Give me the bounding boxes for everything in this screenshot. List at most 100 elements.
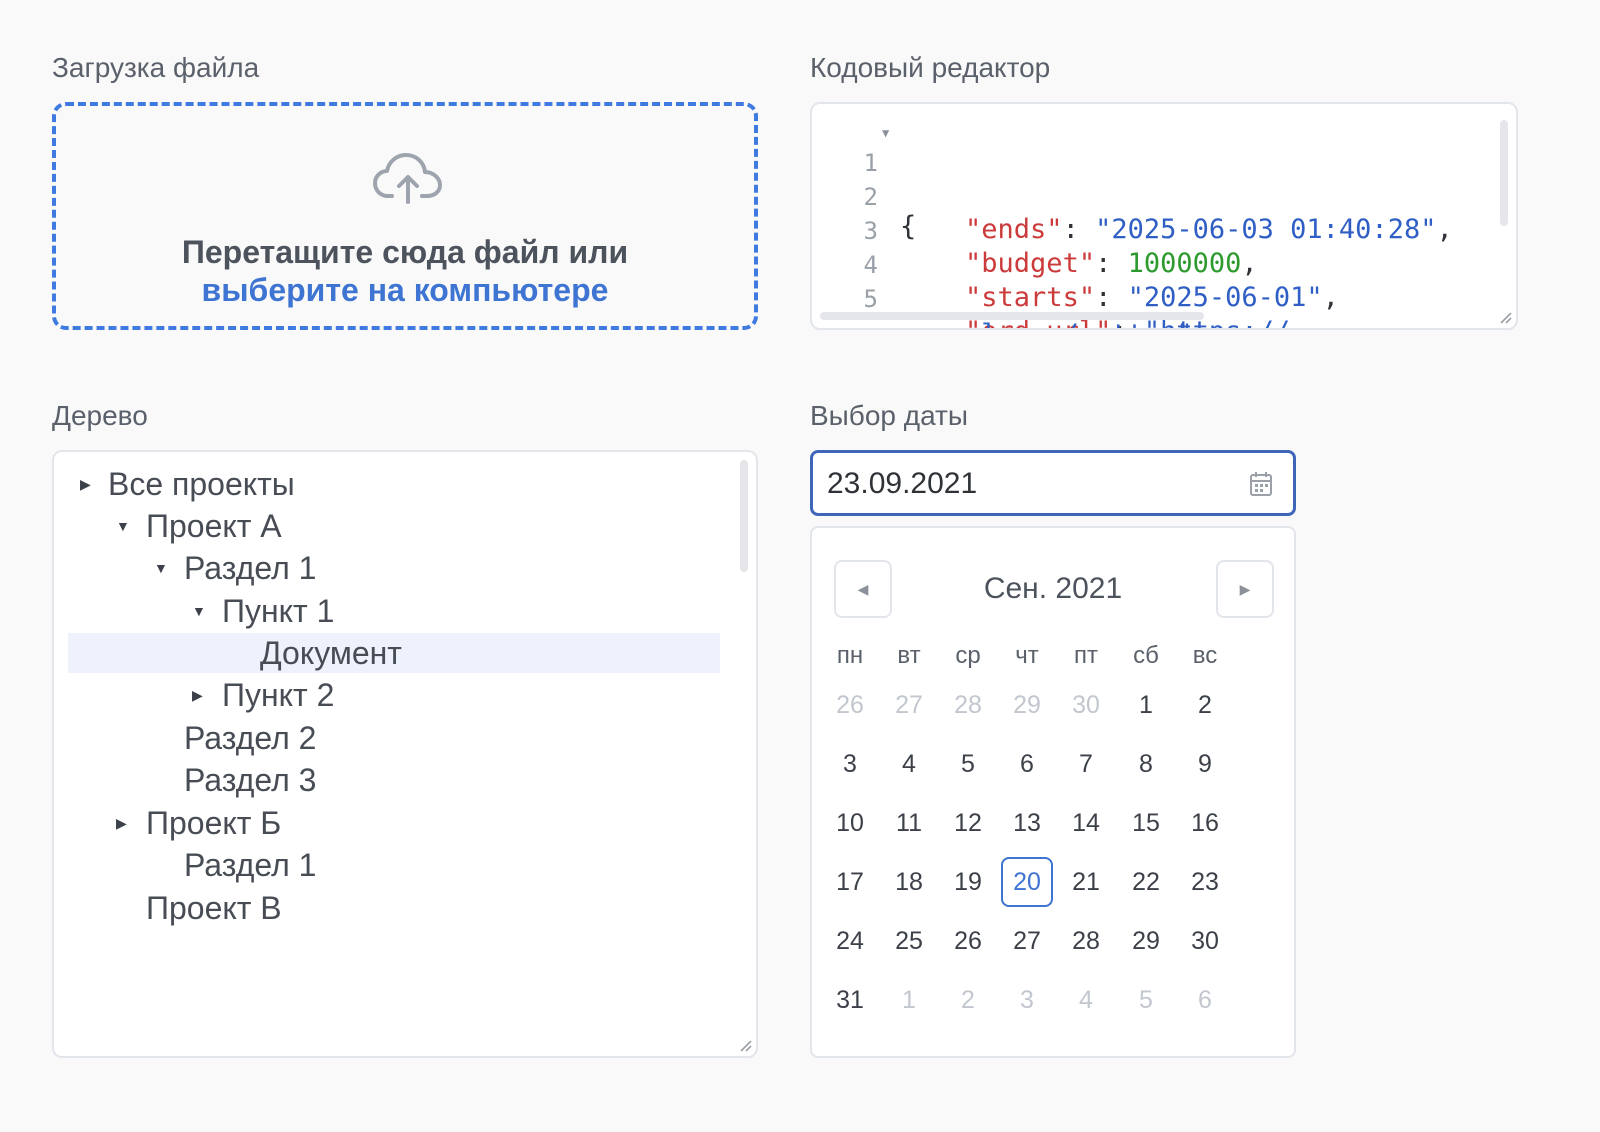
calendar-day-outside[interactable]: 26 bbox=[824, 680, 876, 730]
dropzone-text: Перетащите сюда файл или bbox=[181, 234, 629, 270]
tree-item-label: Пункт 2 bbox=[222, 677, 335, 713]
file-dropzone[interactable]: Перетащите сюда файл или выберите на ком… bbox=[52, 102, 758, 330]
weekday-label: пн bbox=[836, 642, 864, 669]
code-editor[interactable]: 1 ▼ { 2 "ends": "2025-06-03 01:40:28", 3… bbox=[810, 102, 1518, 330]
tree-item[interactable]: Раздел 1 bbox=[68, 845, 720, 885]
tree-item[interactable]: Раздел 2 bbox=[68, 718, 720, 758]
calendar-day[interactable]: 19 bbox=[942, 857, 994, 907]
tree-item[interactable]: ▶ Все проекты bbox=[68, 464, 720, 504]
code-line-5: 5 "ord_url": "https:// bbox=[812, 254, 1291, 328]
caret-right-icon[interactable]: ▶ bbox=[80, 464, 100, 504]
weekday-label: вс bbox=[1192, 642, 1218, 669]
tree-item-label: Проект Б bbox=[146, 805, 282, 841]
calendar-day[interactable]: 23 bbox=[1179, 857, 1231, 907]
editor-horizontal-scrollbar[interactable] bbox=[820, 312, 1204, 320]
calendar-day[interactable]: 24 bbox=[824, 916, 876, 966]
tree-item-label: Документ bbox=[260, 635, 402, 671]
code-text: example.ru/matter", bbox=[900, 319, 1209, 328]
code-text: "ends": "2025-06-03 01:40:28", bbox=[965, 214, 1453, 245]
date-value: 23.09.2021 bbox=[827, 467, 978, 500]
caret-right-icon[interactable]: ▶ bbox=[116, 803, 136, 843]
editor-label: Кодовый редактор bbox=[810, 52, 1051, 83]
tree-item-label: Все проекты bbox=[108, 466, 295, 502]
calendar-day-outside[interactable]: 3 bbox=[1001, 975, 1053, 1025]
fold-toggle-icon[interactable]: ▼ bbox=[882, 126, 889, 140]
calendar-day[interactable]: 6 bbox=[1001, 739, 1053, 789]
calendar-day[interactable]: 3 bbox=[824, 739, 876, 789]
tree-view[interactable]: ▶ Все проекты ▼ Проект А ▼ Раздел 1 ▼ Пу… bbox=[52, 450, 758, 1058]
calendar-day-outside[interactable]: 5 bbox=[1120, 975, 1172, 1025]
calendar-day[interactable]: 22 bbox=[1120, 857, 1172, 907]
calendar-day[interactable]: 12 bbox=[942, 798, 994, 848]
calendar-day[interactable]: 9 bbox=[1179, 739, 1231, 789]
calendar-day[interactable]: 11 bbox=[883, 798, 935, 848]
tree-item[interactable]: ▼ Проект А bbox=[68, 506, 720, 546]
caret-down-icon[interactable]: ▼ bbox=[192, 591, 212, 631]
calendar-day[interactable]: 27 bbox=[1001, 916, 1053, 966]
calendar-day[interactable]: 31 bbox=[824, 975, 876, 1025]
cloud-upload-icon bbox=[373, 153, 442, 204]
calendar-day-outside[interactable]: 2 bbox=[942, 975, 994, 1025]
upload-label: Загрузка файла bbox=[52, 52, 260, 83]
tree-item[interactable]: Раздел 3 bbox=[68, 760, 720, 800]
tree-item[interactable]: Проект В bbox=[68, 888, 720, 928]
tree-item[interactable]: ▼ Раздел 1 bbox=[68, 548, 720, 588]
calendar-day[interactable]: 28 bbox=[1060, 916, 1112, 966]
tree-item[interactable]: ▶ Пункт 2 bbox=[68, 675, 720, 715]
code-text: "budget": 1000000, bbox=[965, 248, 1258, 279]
code-url-link-cont[interactable]: example.ru/matter bbox=[900, 319, 1176, 328]
tree-item[interactable]: ▼ Пункт 1 bbox=[68, 591, 720, 631]
calendar-day[interactable]: 10 bbox=[824, 798, 876, 848]
calendar-day[interactable]: 5 bbox=[942, 739, 994, 789]
code-line-3: 3 "budget": 1000000, bbox=[812, 186, 1258, 279]
calendar-day[interactable]: 15 bbox=[1120, 798, 1172, 848]
calendar-day[interactable]: 21 bbox=[1060, 857, 1112, 907]
calendar-day[interactable]: 14 bbox=[1060, 798, 1112, 848]
code-line-2: 2 "ends": "2025-06-03 01:40:28", bbox=[812, 152, 1453, 245]
tree-item-label: Проект А bbox=[146, 508, 282, 544]
tree-item[interactable]: ▶ Проект Б bbox=[68, 803, 720, 843]
calendar-day[interactable]: 17 bbox=[824, 857, 876, 907]
caret-down-icon[interactable]: ▼ bbox=[154, 548, 174, 588]
caret-right-icon[interactable]: ▶ bbox=[192, 675, 212, 715]
calendar-day[interactable]: 4 bbox=[883, 739, 935, 789]
tree-item-label: Проект В bbox=[146, 890, 282, 926]
calendar-day[interactable]: 1 bbox=[1120, 680, 1172, 730]
next-month-button[interactable]: ▶ bbox=[1216, 560, 1274, 618]
tree-vertical-scrollbar[interactable] bbox=[740, 460, 748, 572]
caret-right-icon: ▶ bbox=[1239, 581, 1251, 597]
date-input[interactable]: 23.09.2021 bbox=[810, 450, 1296, 516]
calendar-day-today[interactable]: 20 bbox=[1001, 857, 1053, 907]
calendar-popup: ◀ Сен. 2021 ▶ пн вт ср чт пт сб вс 26 27 28 29 30 1… bbox=[810, 526, 1296, 1058]
calendar-day-outside[interactable]: 6 bbox=[1179, 975, 1231, 1025]
resize-handle-icon[interactable] bbox=[1498, 310, 1512, 324]
calendar-day[interactable]: 2 bbox=[1179, 680, 1231, 730]
caret-down-icon[interactable]: ▼ bbox=[116, 506, 136, 546]
weekday-label: чт bbox=[1015, 642, 1039, 669]
calendar-day[interactable]: 29 bbox=[1120, 916, 1172, 966]
calendar-day-outside[interactable]: 4 bbox=[1060, 975, 1112, 1025]
calendar-day[interactable]: 8 bbox=[1120, 739, 1172, 789]
calendar-day[interactable]: 7 bbox=[1060, 739, 1112, 789]
calendar-day-outside[interactable]: 29 bbox=[1001, 680, 1053, 730]
calendar-day-outside[interactable]: 1 bbox=[883, 975, 935, 1025]
tree-label: Дерево bbox=[52, 400, 148, 431]
calendar-icon[interactable] bbox=[1249, 471, 1273, 497]
code-line-4: 4 "starts": "2025-06-01", bbox=[812, 220, 1339, 313]
tree-item-selected[interactable]: Документ bbox=[68, 633, 720, 673]
calendar-day-outside[interactable]: 28 bbox=[942, 680, 994, 730]
calendar-day-outside[interactable]: 30 bbox=[1060, 680, 1112, 730]
weekday-label: пт bbox=[1074, 642, 1098, 669]
calendar-day[interactable]: 26 bbox=[942, 916, 994, 966]
resize-handle-icon[interactable] bbox=[738, 1038, 752, 1052]
tree-item-label: Раздел 2 bbox=[184, 720, 317, 756]
tree-item-label: Раздел 1 bbox=[184, 550, 317, 586]
editor-vertical-scrollbar[interactable] bbox=[1500, 120, 1508, 226]
calendar-day[interactable]: 16 bbox=[1179, 798, 1231, 848]
calendar-day[interactable]: 30 bbox=[1179, 916, 1231, 966]
calendar-day[interactable]: 18 bbox=[883, 857, 935, 907]
choose-file-link[interactable]: выберите на компьютере bbox=[56, 272, 754, 309]
calendar-day[interactable]: 25 bbox=[883, 916, 935, 966]
calendar-day[interactable]: 13 bbox=[1001, 798, 1053, 848]
calendar-day-outside[interactable]: 27 bbox=[883, 680, 935, 730]
